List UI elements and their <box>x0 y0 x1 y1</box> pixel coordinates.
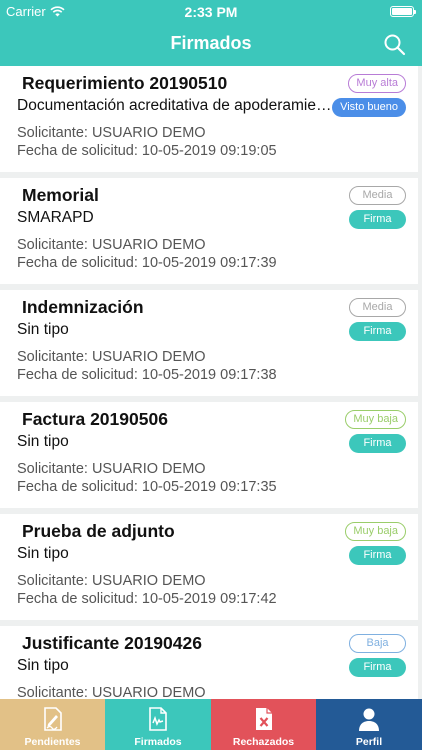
document-requester: Solicitante: USUARIO DEMO <box>17 237 206 253</box>
pen-document-icon <box>40 706 66 732</box>
tab-perfil[interactable]: Perfil <box>316 699 422 750</box>
document-requester: Solicitante: USUARIO DEMO <box>17 461 206 477</box>
tab-pendientes[interactable]: Pendientes <box>0 699 105 750</box>
priority-badge: Muy alta <box>348 74 406 93</box>
document-subtitle: Sin tipo <box>17 545 69 562</box>
document-subtitle: Sin tipo <box>17 321 69 338</box>
request-type-badge: Firma <box>349 658 406 677</box>
document-title: Indemnización <box>22 297 144 317</box>
battery-icon <box>390 6 416 17</box>
signed-document-icon <box>145 706 171 732</box>
document-card[interactable]: Prueba de adjunto Sin tipo Solicitante: US… <box>0 514 418 620</box>
document-title: Prueba de adjunto <box>22 521 175 541</box>
tab-bar: Pendientes Firmados Rechazados Perfil <box>0 699 422 750</box>
search-icon[interactable] <box>382 32 408 58</box>
request-type-badge: Firma <box>349 434 406 453</box>
priority-badge: Baja <box>349 634 406 653</box>
document-card[interactable]: Justificante 20190426 Sin tipo Solicitante… <box>0 626 418 699</box>
document-request-date: Fecha de solicitud: 10-05-2019 09:17:35 <box>17 479 277 495</box>
document-title: Justificante 20190426 <box>22 633 202 653</box>
navigation-bar: Firmados <box>0 24 422 66</box>
request-type-badge: Firma <box>349 546 406 565</box>
request-type-badge: Firma <box>349 210 406 229</box>
clock: 2:33 PM <box>184 4 238 20</box>
rejected-document-icon <box>251 706 277 732</box>
document-request-date: Fecha de solicitud: 10-05-2019 09:17:38 <box>17 367 277 383</box>
document-card[interactable]: Indemnización Sin tipo Solicitante: USUARI… <box>0 290 418 396</box>
priority-badge: Muy baja <box>345 410 406 429</box>
priority-badge: Muy baja <box>345 522 406 541</box>
document-subtitle: Documentación acreditativa de apoderamie… <box>17 97 335 114</box>
document-request-date: Fecha de solicitud: 10-05-2019 09:17:39 <box>17 255 277 271</box>
request-type-badge: Firma <box>349 322 406 341</box>
request-type-badge: Visto bueno <box>332 98 406 117</box>
document-subtitle: Sin tipo <box>17 433 69 450</box>
document-card[interactable]: Requerimiento 20190510 Documentación acre… <box>0 66 418 172</box>
priority-badge: Media <box>349 186 406 205</box>
document-title: Memorial <box>22 185 99 205</box>
document-title: Factura 20190506 <box>22 409 168 429</box>
tab-label: Perfil <box>355 736 383 748</box>
document-list[interactable]: Requerimiento 20190510 Documentación acre… <box>0 66 422 699</box>
tab-label: Pendientes <box>24 736 81 748</box>
document-card[interactable]: Memorial SMARAPD Solicitante: USUARIO DEMO… <box>0 178 418 284</box>
document-subtitle: Sin tipo <box>17 657 69 674</box>
tab-firmados[interactable]: Firmados <box>105 699 211 750</box>
document-card[interactable]: Factura 20190506 Sin tipo Solicitante: USU… <box>0 402 418 508</box>
user-icon <box>356 706 382 732</box>
tab-label: Firmados <box>134 736 182 748</box>
priority-badge: Media <box>349 298 406 317</box>
document-subtitle: SMARAPD <box>17 209 94 226</box>
document-requester: Solicitante: USUARIO DEMO <box>17 573 206 589</box>
status-bar: Carrier 2:33 PM <box>0 0 422 24</box>
document-requester: Solicitante: USUARIO DEMO <box>17 349 206 365</box>
document-title: Requerimiento 20190510 <box>22 73 228 93</box>
document-requester: Solicitante: USUARIO DEMO <box>17 125 206 141</box>
document-request-date: Fecha de solicitud: 10-05-2019 09:19:05 <box>17 143 277 159</box>
document-requester: Solicitante: USUARIO DEMO <box>17 685 206 699</box>
document-request-date: Fecha de solicitud: 10-05-2019 09:17:42 <box>17 591 277 607</box>
tab-label: Rechazados <box>232 736 295 748</box>
tab-rechazados[interactable]: Rechazados <box>211 699 316 750</box>
page-title: Firmados <box>170 33 252 53</box>
